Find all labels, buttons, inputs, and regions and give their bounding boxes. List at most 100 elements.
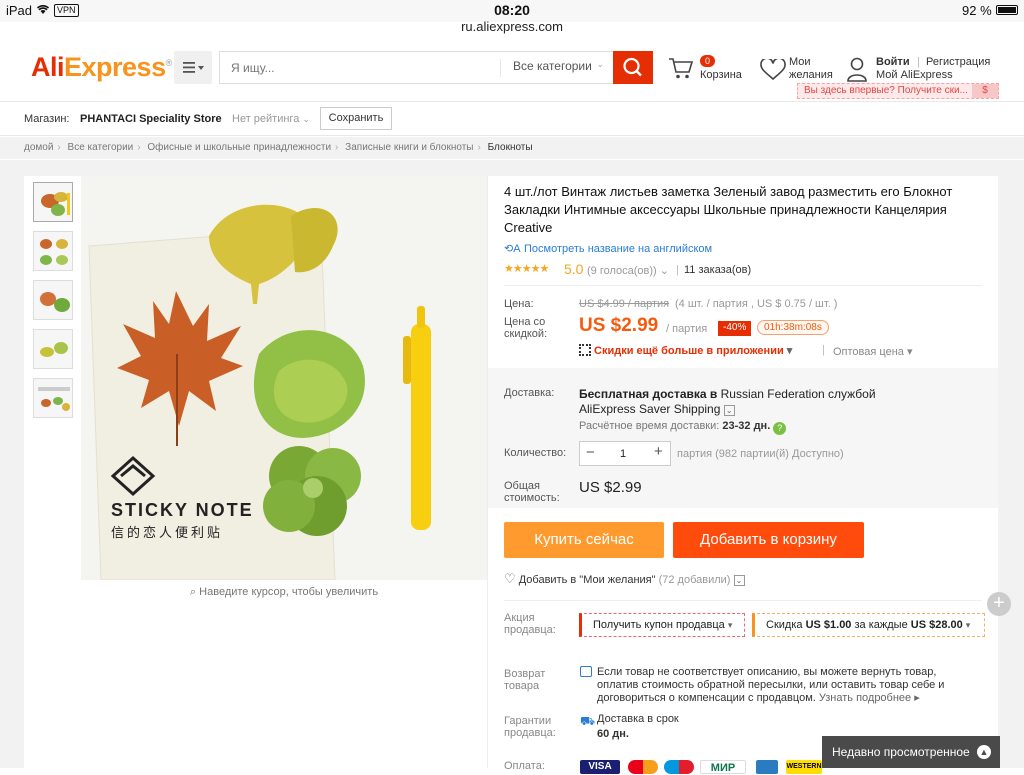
returns-label-2: товара (504, 680, 540, 692)
image-brand-subtext: 信的恋人便利贴 (111, 525, 224, 540)
chevron-down-icon: ⌄ (723, 405, 735, 416)
return-box-icon (580, 666, 592, 677)
add-to-wishlist-link[interactable]: ♡ Добавить в "Мои желания" (72 добавили)… (504, 571, 745, 587)
coin-icon: $ (972, 84, 998, 98)
divider: | (917, 56, 920, 68)
price-detail: (4 шт. / партия , US $ 0.75 / шт. ) (675, 298, 838, 310)
translate-title-link[interactable]: ⟲A Посмотреть название на английском (504, 242, 712, 255)
login-link[interactable]: Войти (876, 56, 910, 69)
search-button[interactable] (613, 51, 653, 84)
total-price: US $2.99 (579, 479, 642, 496)
mastercard-icon (628, 760, 658, 774)
divider (504, 285, 982, 286)
wishlist-label-2[interactable]: желания (789, 69, 833, 82)
address-bar[interactable]: ru.aliexpress.com (0, 19, 1024, 34)
divider (504, 600, 982, 601)
add-to-cart-button[interactable]: Добавить в корзину (673, 522, 864, 558)
search-input[interactable] (220, 52, 490, 83)
plus-button[interactable]: + (654, 443, 663, 460)
menu-icon (183, 62, 204, 73)
help-icon: ? (773, 422, 787, 435)
shipping-method[interactable]: AliExpress Saver Shipping ⌄ (579, 402, 735, 416)
store-bar: Магазин: PHANTACI Speciality Store Нет р… (0, 101, 1024, 136)
sale-price-label-1: Цена со (504, 316, 546, 328)
payment-label: Оплата: (504, 760, 545, 772)
product-title: 4 шт./лот Винтаж листьев заметка Зеленый… (504, 184, 953, 235)
store-name[interactable]: PHANTACI Speciality Store (80, 113, 222, 125)
aliexpress-logo[interactable]: AliExpress® (31, 52, 172, 83)
plus-circle-icon[interactable]: + (987, 592, 1011, 616)
quantity-stepper: − 1 + (579, 441, 671, 466)
breadcrumb-all-categories[interactable]: Все категории (68, 142, 134, 153)
recently-viewed-bar[interactable]: Недавно просмотренное ▲ (822, 736, 1000, 768)
new-user-promo[interactable]: Вы здесь впервые? Получите ски... $ (797, 83, 999, 99)
heart-plus-icon: ♡ (504, 571, 516, 586)
register-link[interactable]: Регистрация (926, 56, 990, 69)
price-unit: / партия (666, 323, 708, 335)
card-icon (756, 760, 778, 774)
cart-icon[interactable] (668, 56, 694, 85)
search-category-select[interactable]: Все категории ⌄ (500, 59, 612, 77)
divider: | (676, 264, 679, 276)
breadcrumb: домой › Все категории › Офисные и школьные… (0, 137, 1024, 159)
heart-icon[interactable] (760, 57, 786, 86)
thumbnail-4[interactable] (33, 329, 73, 369)
rating-stars: ★★★★★ (504, 263, 549, 275)
returns-text: Если товар не соответствует описанию, вы… (597, 666, 945, 704)
maestro-icon (664, 760, 694, 774)
translate-icon: ⟲A (504, 243, 521, 255)
product-image[interactable]: STICKY NOTE 信的恋人便利贴 (81, 176, 487, 580)
chevron-up-icon: ▲ (977, 745, 991, 759)
seller-discount-dropdown[interactable]: Скидка US $1.00 за каждые US $28.00 ▾ (752, 613, 985, 637)
battery-percent: 92 % (962, 3, 992, 18)
buy-now-button[interactable]: Купить сейчас (504, 522, 664, 558)
seller-coupon-dropdown[interactable]: Получить купон продавца ▾ (579, 613, 745, 637)
total-label-2: стоимость: (504, 492, 560, 504)
seller-promo-label-1: Акция (504, 612, 535, 624)
chevron-down-icon: ⌄ (302, 114, 310, 124)
minus-button[interactable]: − (586, 444, 595, 461)
rating-votes[interactable]: (9 голоса(ов)) ⌄ (587, 264, 669, 277)
breadcrumb-notebooks[interactable]: Записные книги и блокноты (345, 142, 473, 153)
search-box: Все категории⌄ (219, 51, 613, 84)
guarantee-delivery: Доставка в срок (597, 713, 679, 725)
rating-value: 5.0 (564, 261, 584, 277)
thumbnail-2[interactable] (33, 231, 73, 271)
clock: 08:20 (494, 2, 530, 18)
western-union-icon: WESTERN (786, 760, 822, 774)
qr-code-icon (579, 344, 591, 356)
cart-link[interactable]: Корзина (700, 69, 742, 82)
breadcrumb-office[interactable]: Офисные и школьные принадлежности (147, 142, 331, 153)
breadcrumb-home[interactable]: домой (24, 142, 53, 153)
my-aliexpress-link[interactable]: Мой AliExpress (876, 69, 953, 82)
divider: | (822, 344, 825, 356)
cart-count-badge: 0 (700, 55, 716, 67)
thumbnail-5[interactable] (33, 378, 73, 418)
learn-more-link[interactable]: Узнать подробнее ▸ (819, 692, 920, 704)
wholesale-price-link[interactable]: Оптовая цена ▾ (833, 345, 912, 358)
category-menu-button[interactable] (174, 51, 212, 84)
delivery-time: Расчётное время доставки: 23-32 дн. ? (579, 420, 787, 435)
chevron-down-icon: ⌄ (596, 59, 604, 69)
quantity-available: партия (982 партии(й) Доступно) (677, 448, 844, 460)
guarantee-label-1: Гарантии (504, 715, 552, 727)
chevron-down-icon: ⌄ (733, 575, 745, 586)
shipping-info: Бесплатная доставка в Russian Federation… (579, 387, 876, 401)
orders-count: 11 заказа(ов) (684, 264, 752, 276)
price-label: Цена: (504, 298, 534, 310)
app-discount-link[interactable]: Скидки ещё больше в приложении ▾ (579, 344, 792, 357)
discount-badge: -40% (718, 321, 752, 336)
countdown-timer: 01h:38m:08s (757, 320, 829, 335)
quantity-input[interactable]: 1 (620, 448, 626, 460)
thumbnail-1[interactable] (33, 182, 73, 222)
store-rating[interactable]: Нет рейтинга ⌄ (232, 113, 310, 125)
truck-icon: ⛟ (580, 714, 596, 728)
shipping-label: Доставка: (504, 387, 555, 399)
thumbnail-3[interactable] (33, 280, 73, 320)
wishlist-label-1[interactable]: Мои (789, 56, 811, 69)
quantity-label: Количество: (504, 447, 567, 459)
zoom-hint: ⌕ Наведите курсор, чтобы увеличить (189, 586, 379, 598)
save-store-button[interactable]: Сохранить (320, 107, 392, 130)
sale-price-label-2: скидкой: (504, 328, 548, 340)
seller-promo-label-2: продавца: (504, 624, 556, 636)
